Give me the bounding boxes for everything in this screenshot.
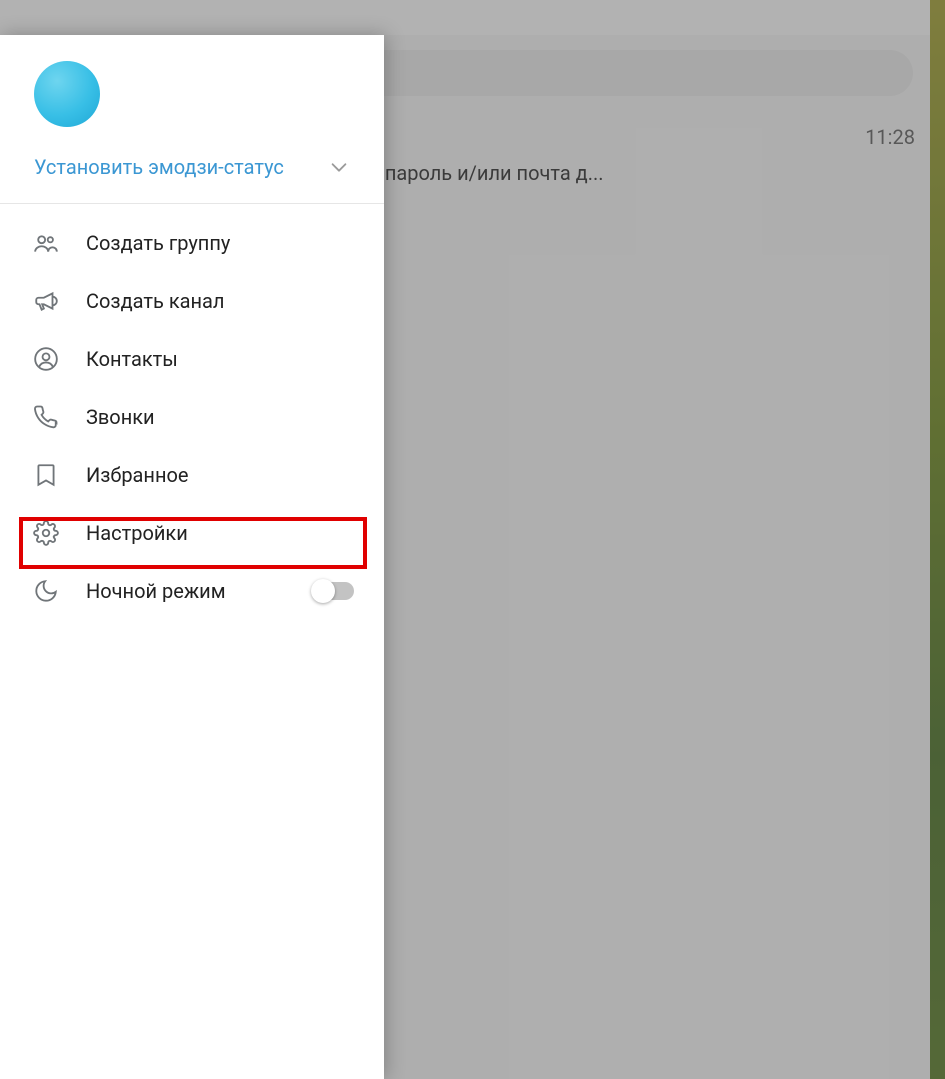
chevron-down-icon xyxy=(328,156,350,178)
menu-label: Настройки xyxy=(86,521,360,545)
menu-label: Создать канал xyxy=(86,289,360,313)
main-menu-drawer: Установить эмодзи-статус Создать группу … xyxy=(0,35,384,1079)
set-emoji-status-button[interactable]: Установить эмодзи-статус xyxy=(34,155,362,179)
menu-item-saved-messages[interactable]: Избранное xyxy=(0,446,384,504)
menu-item-calls[interactable]: Звонки xyxy=(0,388,384,446)
drawer-menu: Создать группу Создать канал Контакты Зв… xyxy=(0,204,384,1079)
group-icon xyxy=(32,229,60,257)
megaphone-icon xyxy=(32,287,60,315)
drawer-header: Установить эмодзи-статус xyxy=(0,35,384,204)
menu-label: Контакты xyxy=(86,347,360,371)
avatar[interactable] xyxy=(34,61,100,127)
menu-item-settings[interactable]: Настройки xyxy=(0,504,384,562)
moon-icon xyxy=(32,577,60,605)
menu-label: Звонки xyxy=(86,405,360,429)
menu-label: Избранное xyxy=(86,463,360,487)
set-emoji-status-label: Установить эмодзи-статус xyxy=(34,155,284,179)
phone-icon xyxy=(32,403,60,431)
menu-item-night-mode[interactable]: Ночной режим xyxy=(0,562,384,620)
menu-item-contacts[interactable]: Контакты xyxy=(0,330,384,388)
menu-label: Ночной режим xyxy=(86,579,286,603)
menu-item-new-group[interactable]: Создать группу xyxy=(0,214,384,272)
gear-icon xyxy=(32,519,60,547)
user-icon xyxy=(32,345,60,373)
bookmark-icon xyxy=(32,461,60,489)
menu-label: Создать группу xyxy=(86,231,360,255)
menu-item-new-channel[interactable]: Создать канал xyxy=(0,272,384,330)
night-mode-toggle[interactable] xyxy=(312,582,354,600)
